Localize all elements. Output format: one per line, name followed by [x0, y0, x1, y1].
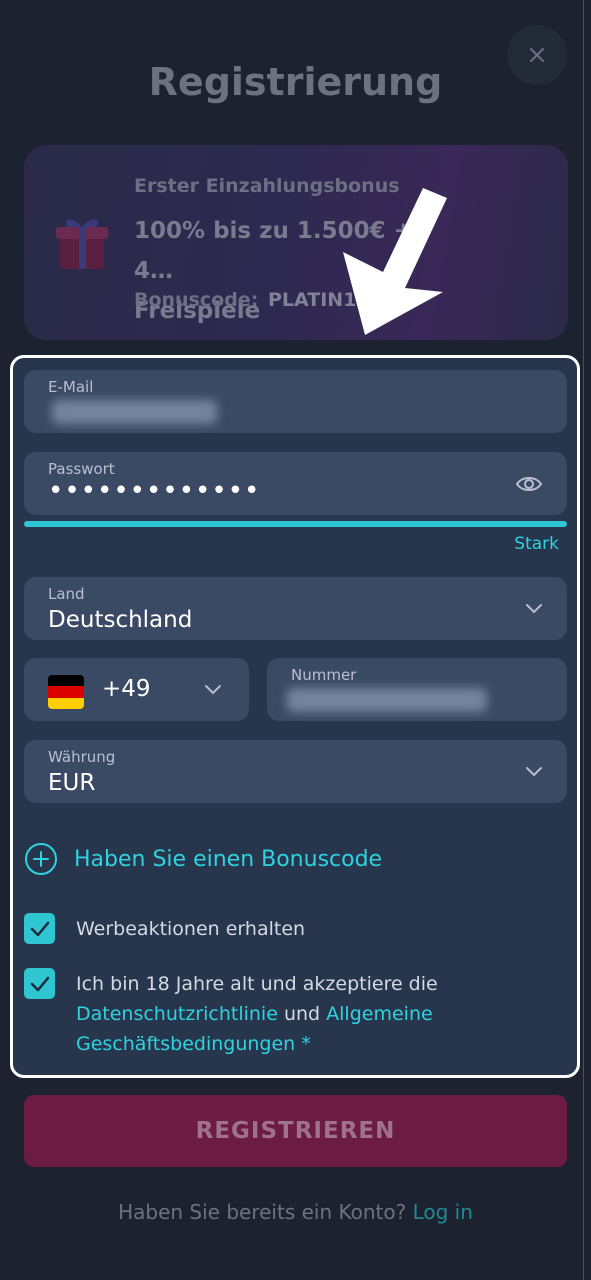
password-value: •••••••••••••: [48, 476, 261, 506]
chevron-down-icon: [526, 767, 542, 777]
promo-code-toggle[interactable]: Haben Sie einen Bonuscode: [24, 842, 382, 876]
checkmark-icon: [30, 921, 49, 936]
password-strength-bar: [24, 521, 567, 527]
chevron-down-icon: [526, 604, 542, 614]
gift-icon: [56, 219, 108, 269]
email-redacted: [52, 400, 217, 424]
country-label: Land: [48, 585, 85, 603]
bonus-code-label: Bonuscode:: [134, 289, 259, 311]
terms-checkbox[interactable]: [24, 968, 55, 999]
login-prompt: Haben Sie bereits ein Konto? Log in: [0, 1200, 591, 1224]
privacy-policy-link[interactable]: Datenschutzrichtlinie: [76, 1003, 278, 1025]
required-marker: *: [301, 1033, 311, 1055]
currency-value: EUR: [48, 770, 96, 796]
password-field[interactable]: Passwort •••••••••••••: [24, 452, 567, 515]
eye-icon[interactable]: [515, 470, 543, 498]
currency-select[interactable]: Währung EUR: [24, 740, 567, 803]
page-title: Registrierung: [148, 60, 443, 104]
terms-and: und: [283, 1003, 321, 1025]
register-button[interactable]: REGISTRIEREN: [24, 1095, 567, 1167]
germany-flag-icon: [48, 675, 84, 709]
login-prompt-text: Haben Sie bereits ein Konto?: [118, 1200, 407, 1224]
phone-number-label: Nummer: [291, 666, 357, 684]
phone-number-field[interactable]: Nummer: [267, 658, 567, 721]
email-label: E-Mail: [48, 378, 94, 396]
registration-modal: Registrierung Erster Einzahlungsbonus 10…: [0, 0, 584, 1280]
country-value: Deutschland: [48, 607, 193, 633]
promotions-checkbox[interactable]: [24, 913, 55, 944]
password-strength-label: Stark: [514, 534, 559, 554]
bonus-card: Erster Einzahlungsbonus 100% bis zu 1.50…: [24, 145, 568, 340]
arrow-down-left-icon: [343, 188, 447, 335]
phone-prefix-value: +49: [102, 676, 151, 702]
country-select[interactable]: Land Deutschland: [24, 577, 567, 640]
login-link[interactable]: Log in: [413, 1200, 473, 1224]
email-field[interactable]: E-Mail: [24, 370, 567, 433]
checkmark-icon: [30, 976, 49, 991]
terms-prefix: Ich bin 18 Jahre alt und akzeptiere die: [76, 973, 438, 995]
promotions-label: Werbeaktionen erhalten: [76, 918, 306, 940]
promo-code-link[interactable]: Haben Sie einen Bonuscode: [74, 847, 382, 872]
chevron-down-icon: [205, 685, 221, 695]
currency-label: Währung: [48, 748, 116, 766]
phone-prefix-select[interactable]: +49: [24, 658, 249, 721]
phone-number-redacted: [287, 688, 487, 712]
plus-circle-icon: [25, 843, 57, 875]
terms-label: Ich bin 18 Jahre alt und akzeptiere die …: [76, 969, 546, 1059]
